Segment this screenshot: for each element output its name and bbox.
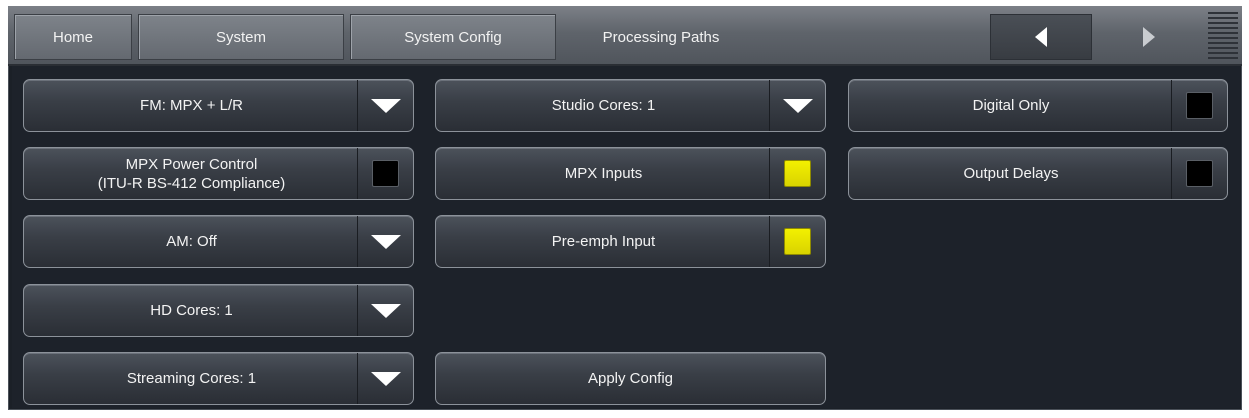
output-delays-label: Output Delays	[963, 165, 1059, 182]
tab-system-config-label: System Config	[404, 28, 502, 46]
dropdown-arrow-icon	[370, 371, 401, 386]
digital-only-toggle[interactable]: Digital Only	[848, 79, 1228, 132]
pre-emph-input-toggle[interactable]: Pre-emph Input	[435, 215, 826, 268]
dropdown-arrow-icon	[370, 303, 401, 318]
processing-paths-panel: FM: MPX + L/R MPX Power Control (ITU-R B…	[12, 66, 1240, 408]
fm-dropdown-toggle[interactable]	[357, 80, 413, 131]
triangle-right-icon	[1143, 27, 1155, 47]
next-page-button[interactable]	[1098, 14, 1200, 60]
apply-config-button[interactable]: Apply Config	[435, 352, 826, 405]
mpx-inputs-label: MPX Inputs	[564, 165, 643, 182]
checkbox-on-icon	[784, 160, 811, 187]
am-mode-label: AM: Off	[166, 233, 217, 250]
streaming-cores-label: Streaming Cores: 1	[126, 370, 257, 387]
fm-mode-dropdown[interactable]: FM: MPX + L/R	[23, 79, 414, 132]
studio-cores-label: Studio Cores: 1	[551, 97, 656, 114]
output-delays-toggle[interactable]: Output Delays	[848, 147, 1228, 200]
studio-cores-dropdown-toggle[interactable]	[769, 80, 825, 131]
app-window: Home System System Config Processing Pat…	[0, 0, 1249, 418]
dropdown-arrow-icon	[782, 98, 813, 113]
tab-processing-paths-label: Processing Paths	[602, 28, 720, 46]
mpx-power-control-line1: MPX Power Control	[125, 155, 258, 173]
digital-only-indicator[interactable]	[1171, 80, 1227, 131]
tab-system-label: System	[215, 28, 266, 46]
digital-only-label: Digital Only	[972, 97, 1050, 114]
dropdown-arrow-icon	[370, 98, 401, 113]
mpx-power-control-label: MPX Power Control (ITU-R BS-412 Complian…	[24, 148, 359, 199]
studio-cores-dropdown[interactable]: Studio Cores: 1	[435, 79, 826, 132]
checkbox-off-icon	[1186, 160, 1213, 187]
top-navigation-bar: Home System System Config Processing Pat…	[8, 6, 1242, 66]
mpx-power-control-toggle[interactable]: MPX Power Control (ITU-R BS-412 Complian…	[23, 147, 414, 200]
checkbox-off-icon	[372, 160, 399, 187]
streaming-cores-dropdown-toggle[interactable]	[357, 353, 413, 404]
pre-emph-input-indicator[interactable]	[769, 216, 825, 267]
checkbox-on-icon	[784, 228, 811, 255]
hd-cores-label: HD Cores: 1	[150, 302, 233, 319]
dropdown-arrow-icon	[370, 234, 401, 249]
menu-lines-icon[interactable]	[1208, 12, 1238, 62]
apply-config-label: Apply Config	[587, 370, 674, 387]
tab-system[interactable]: System	[138, 14, 344, 60]
pre-emph-input-label: Pre-emph Input	[551, 233, 656, 250]
mpx-inputs-toggle[interactable]: MPX Inputs	[435, 147, 826, 200]
am-mode-dropdown[interactable]: AM: Off	[23, 215, 414, 268]
tab-system-config[interactable]: System Config	[350, 14, 556, 60]
hd-cores-dropdown-toggle[interactable]	[357, 285, 413, 336]
checkbox-off-icon	[1186, 92, 1213, 119]
tab-processing-paths[interactable]: Processing Paths	[558, 14, 764, 60]
streaming-cores-dropdown[interactable]: Streaming Cores: 1	[23, 352, 414, 405]
tab-home[interactable]: Home	[14, 14, 132, 60]
hd-cores-dropdown[interactable]: HD Cores: 1	[23, 284, 414, 337]
am-dropdown-toggle[interactable]	[357, 216, 413, 267]
mpx-power-control-line2: (ITU-R BS-412 Compliance)	[97, 174, 286, 192]
mpx-inputs-indicator[interactable]	[769, 148, 825, 199]
previous-page-button[interactable]	[990, 14, 1092, 60]
triangle-left-icon	[1035, 27, 1047, 47]
fm-mode-label: FM: MPX + L/R	[140, 97, 243, 114]
tab-home-label: Home	[52, 28, 93, 46]
output-delays-indicator[interactable]	[1171, 148, 1227, 199]
mpx-power-control-indicator[interactable]	[357, 148, 413, 199]
